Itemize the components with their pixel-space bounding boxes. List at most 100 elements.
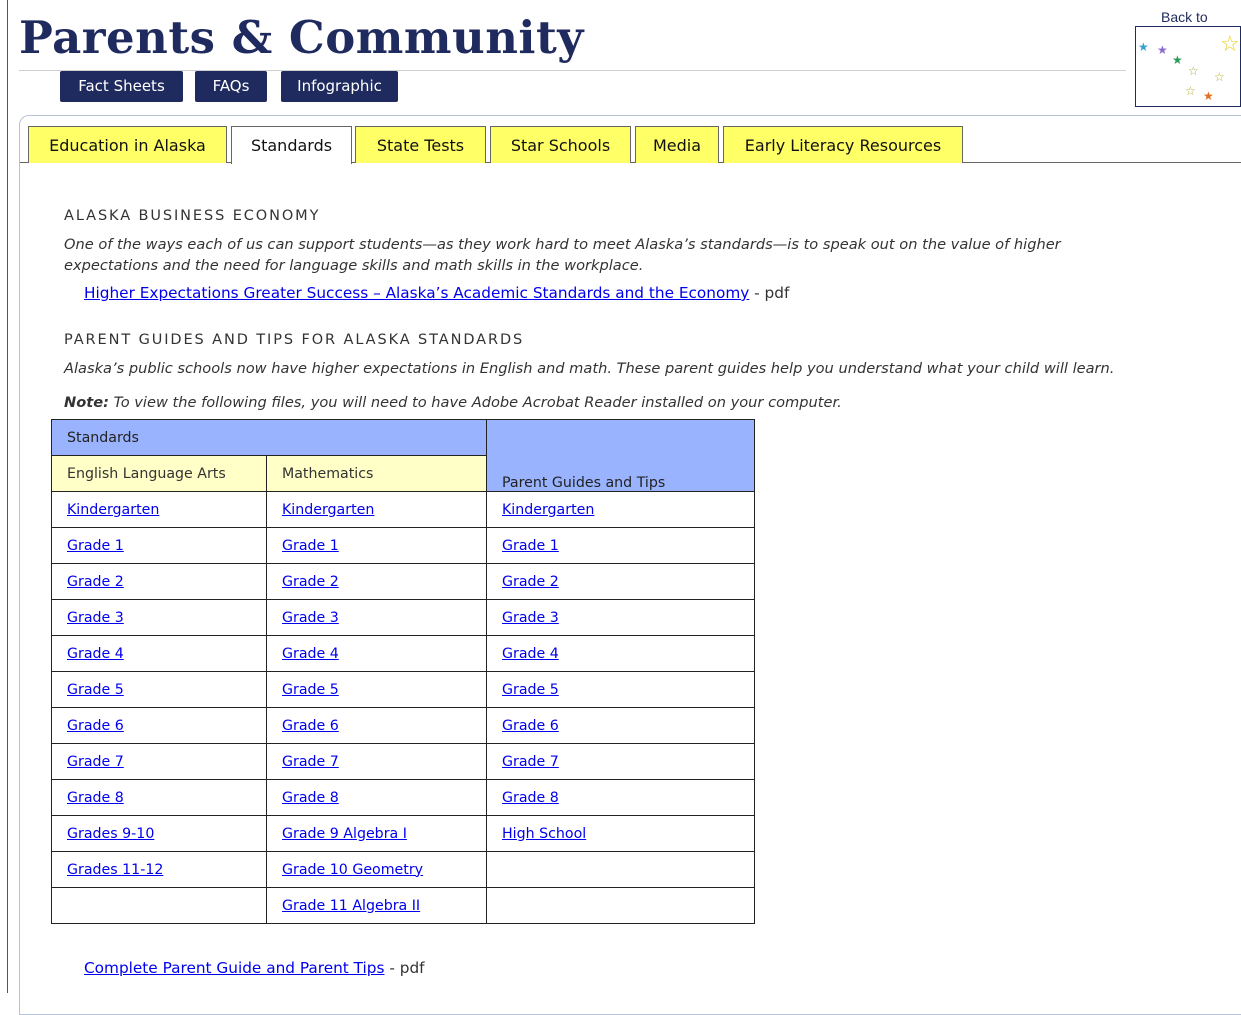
higher-expectations-link[interactable]: Higher Expectations Greater Success – Al… (84, 284, 749, 302)
ela-grade-link[interactable]: Grade 2 (67, 574, 124, 590)
guides-heading: PARENT GUIDES AND TIPS FOR ALASKA STANDA… (64, 332, 525, 348)
pdf-label: - pdf (384, 959, 425, 977)
guide-grade-link[interactable]: Grade 4 (502, 646, 559, 662)
math-cell: Grade 9 Algebra I (266, 815, 487, 852)
guide-cell: Grade 8 (486, 779, 755, 816)
math-cell: Grade 8 (266, 779, 487, 816)
ela-cell: Grade 4 (51, 635, 267, 672)
tab-education-in-alaska[interactable]: Education in Alaska (28, 126, 227, 163)
guides-intro: Alaska’s public schools now have higher … (64, 360, 1115, 377)
ela-grade-link[interactable]: Grade 5 (67, 682, 124, 698)
table-row: Grade 5 Grade 5 Grade 5 (51, 671, 755, 708)
ela-grade-link[interactable]: Grade 8 (67, 790, 124, 806)
math-grade-link[interactable]: Grade 3 (282, 610, 339, 626)
economy-intro-line2: expectations and the need for language s… (64, 257, 644, 274)
standards-header: Standards (51, 419, 487, 456)
table-row: Grade 7 Grade 7 Grade 7 (51, 743, 755, 780)
acrobat-note: Note: To view the following files, you w… (64, 392, 842, 413)
math-grade-link[interactable]: Kindergarten (282, 502, 374, 518)
star-icon: ☆ (1185, 84, 1196, 98)
math-grade-link[interactable]: Grade 5 (282, 682, 339, 698)
math-grade-link[interactable]: Grade 6 (282, 718, 339, 734)
tab-standards[interactable]: Standards (231, 126, 352, 164)
stars-logo: ★ ★ ★ ☆ ☆ ☆ ★ ☆ (1135, 26, 1241, 107)
star-icon: ★ (1203, 89, 1214, 103)
title-divider (19, 70, 1126, 71)
guide-grade-link[interactable]: Grade 5 (502, 682, 559, 698)
ela-grade-link[interactable]: Grade 6 (67, 718, 124, 734)
math-grade-link[interactable]: Grade 4 (282, 646, 339, 662)
back-to-home-link[interactable]: Back to ★ ★ ★ ☆ ☆ ☆ ★ ☆ (1135, 6, 1241, 108)
math-grade-link[interactable]: Grade 10 Geometry (282, 862, 423, 878)
math-cell: Grade 11 Algebra II (266, 887, 487, 924)
table-row: Grade 8 Grade 8 Grade 8 (51, 779, 755, 816)
guide-grade-link[interactable]: Kindergarten (502, 502, 594, 518)
guide-cell: Grade 2 (486, 563, 755, 600)
ela-cell: Grade 6 (51, 707, 267, 744)
page-left-border (7, 0, 8, 993)
note-label: Note: (64, 394, 109, 411)
math-grade-link[interactable]: Grade 8 (282, 790, 339, 806)
guide-cell (486, 851, 755, 888)
math-grade-link[interactable]: Grade 2 (282, 574, 339, 590)
page-title: Parents & Community (19, 11, 584, 64)
ela-cell: Kindergarten (51, 491, 267, 528)
star-icon: ★ (1138, 40, 1149, 54)
note-text: To view the following files, you will ne… (108, 394, 842, 411)
math-header: Mathematics (266, 455, 487, 492)
guide-cell: Grade 4 (486, 635, 755, 672)
math-cell: Grade 1 (266, 527, 487, 564)
tab-media[interactable]: Media (635, 126, 719, 163)
math-cell: Grade 3 (266, 599, 487, 636)
star-icon: ☆ (1188, 64, 1199, 78)
ela-grade-link[interactable]: Grade 3 (67, 610, 124, 626)
ela-grade-link[interactable]: Grade 7 (67, 754, 124, 770)
math-cell: Grade 5 (266, 671, 487, 708)
complete-parent-guide-link[interactable]: Complete Parent Guide and Parent Tips (84, 959, 384, 977)
guide-grade-link[interactable]: Grade 8 (502, 790, 559, 806)
guide-grade-link[interactable]: Grade 3 (502, 610, 559, 626)
ela-cell: Grades 9-10 (51, 815, 267, 852)
tab-early-literacy-resources[interactable]: Early Literacy Resources (723, 126, 963, 163)
tab-star-schools[interactable]: Star Schools (490, 126, 631, 163)
ela-grade-link[interactable]: Kindergarten (67, 502, 159, 518)
guide-grade-link[interactable]: Grade 6 (502, 718, 559, 734)
ela-grade-link[interactable]: Grades 9-10 (67, 826, 154, 842)
guide-grade-link[interactable]: High School (502, 826, 586, 842)
ela-cell (51, 887, 267, 924)
ela-grade-link[interactable]: Grades 11-12 (67, 862, 163, 878)
pdf-label: - pdf (749, 284, 790, 302)
back-to-label: Back to (1161, 9, 1208, 25)
math-grade-link[interactable]: Grade 7 (282, 754, 339, 770)
guide-cell: Grade 1 (486, 527, 755, 564)
table-row: Grade 3 Grade 3 Grade 3 (51, 599, 755, 636)
ela-grade-link[interactable]: Grade 4 (67, 646, 124, 662)
fact-sheets-button[interactable]: Fact Sheets (60, 71, 183, 102)
math-grade-link[interactable]: Grade 9 Algebra I (282, 826, 407, 842)
star-icon: ★ (1172, 53, 1183, 67)
guide-grade-link[interactable]: Grade 2 (502, 574, 559, 590)
ela-cell: Grades 11-12 (51, 851, 267, 888)
economy-heading: ALASKA BUSINESS ECONOMY (64, 208, 321, 224)
star-icon: ☆ (1220, 32, 1240, 57)
table-row: Grades 9-10 Grade 9 Algebra I High School (51, 815, 755, 852)
math-grade-link[interactable]: Grade 11 Algebra II (282, 898, 420, 914)
infographic-button[interactable]: Infographic (281, 71, 398, 102)
guide-grade-link[interactable]: Grade 7 (502, 754, 559, 770)
star-icon: ★ (1157, 43, 1168, 57)
guide-grade-link[interactable]: Grade 1 (502, 538, 559, 554)
ela-grade-link[interactable]: Grade 1 (67, 538, 124, 554)
ela-cell: Grade 7 (51, 743, 267, 780)
ela-header: English Language Arts (51, 455, 267, 492)
guide-cell (486, 887, 755, 924)
math-cell: Grade 2 (266, 563, 487, 600)
parent-guides-header: Parent Guides and Tips (486, 419, 755, 492)
tab-state-tests[interactable]: State Tests (355, 126, 486, 163)
faqs-button[interactable]: FAQs (195, 71, 267, 102)
table-row: Grade 6 Grade 6 Grade 6 (51, 707, 755, 744)
math-cell: Grade 4 (266, 635, 487, 672)
guide-cell: Grade 5 (486, 671, 755, 708)
table-row: Kindergarten Kindergarten Kindergarten (51, 491, 755, 528)
math-grade-link[interactable]: Grade 1 (282, 538, 339, 554)
grade-rows: Kindergarten Kindergarten Kindergarten Grad… (51, 491, 755, 924)
